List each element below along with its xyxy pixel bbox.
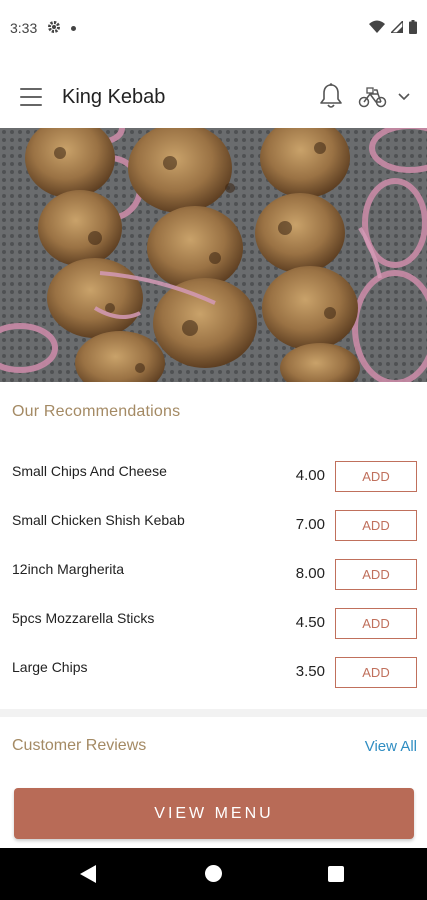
bell-icon[interactable] — [318, 82, 344, 110]
add-button[interactable]: ADD — [335, 608, 417, 639]
add-button[interactable]: ADD — [335, 559, 417, 590]
item-name: Small Chips And Cheese — [12, 463, 167, 479]
list-item: Small Chicken Shish Kebab 7.00 ADD — [0, 494, 427, 543]
status-time: 3:33 — [10, 20, 38, 36]
item-price: 4.50 — [295, 614, 325, 631]
back-icon[interactable] — [80, 865, 96, 883]
app-title: King Kebab — [62, 86, 166, 108]
recommendations-heading: Our Recommendations — [12, 403, 181, 420]
list-item: 12inch Margherita 8.00 ADD — [0, 543, 427, 592]
hero-image — [0, 128, 427, 382]
home-icon[interactable] — [205, 865, 222, 882]
add-button[interactable]: ADD — [335, 461, 417, 492]
item-name: 5pcs Mozzarella Sticks — [12, 610, 155, 626]
add-button[interactable]: ADD — [335, 510, 417, 541]
list-item: Large Chips 3.50 ADD — [0, 641, 427, 690]
view-menu-button[interactable]: VIEW MENU — [14, 788, 414, 839]
item-price: 8.00 — [295, 565, 325, 582]
system-nav-bar — [0, 848, 427, 900]
list-item: Small Chips And Cheese 4.00 ADD — [0, 445, 427, 494]
gear-icon — [47, 20, 61, 37]
recommendations-list: Small Chips And Cheese 4.00 ADD Small Ch… — [0, 445, 427, 690]
battery-icon — [409, 19, 417, 37]
item-price: 4.00 — [295, 467, 325, 484]
section-divider — [0, 709, 427, 717]
menu-icon[interactable] — [20, 88, 42, 106]
status-bar: 3:33 — [0, 0, 427, 56]
chevron-down-icon[interactable] — [397, 90, 411, 102]
item-price: 7.00 — [295, 516, 325, 533]
item-name: Small Chicken Shish Kebab — [12, 512, 185, 528]
reviews-heading: Customer Reviews — [12, 737, 147, 754]
add-button[interactable]: ADD — [335, 657, 417, 688]
item-name: Large Chips — [12, 659, 88, 675]
bike-icon[interactable] — [358, 86, 388, 108]
item-price: 3.50 — [295, 663, 325, 680]
signal-icon — [389, 19, 404, 36]
app-bar: King Kebab — [0, 68, 427, 128]
list-item: 5pcs Mozzarella Sticks 4.50 ADD — [0, 592, 427, 641]
item-name: 12inch Margherita — [12, 561, 125, 577]
notification-dot-icon — [71, 25, 77, 31]
wifi-icon — [369, 20, 385, 36]
recents-icon[interactable] — [328, 866, 344, 882]
view-all-link[interactable]: View All — [365, 738, 417, 755]
